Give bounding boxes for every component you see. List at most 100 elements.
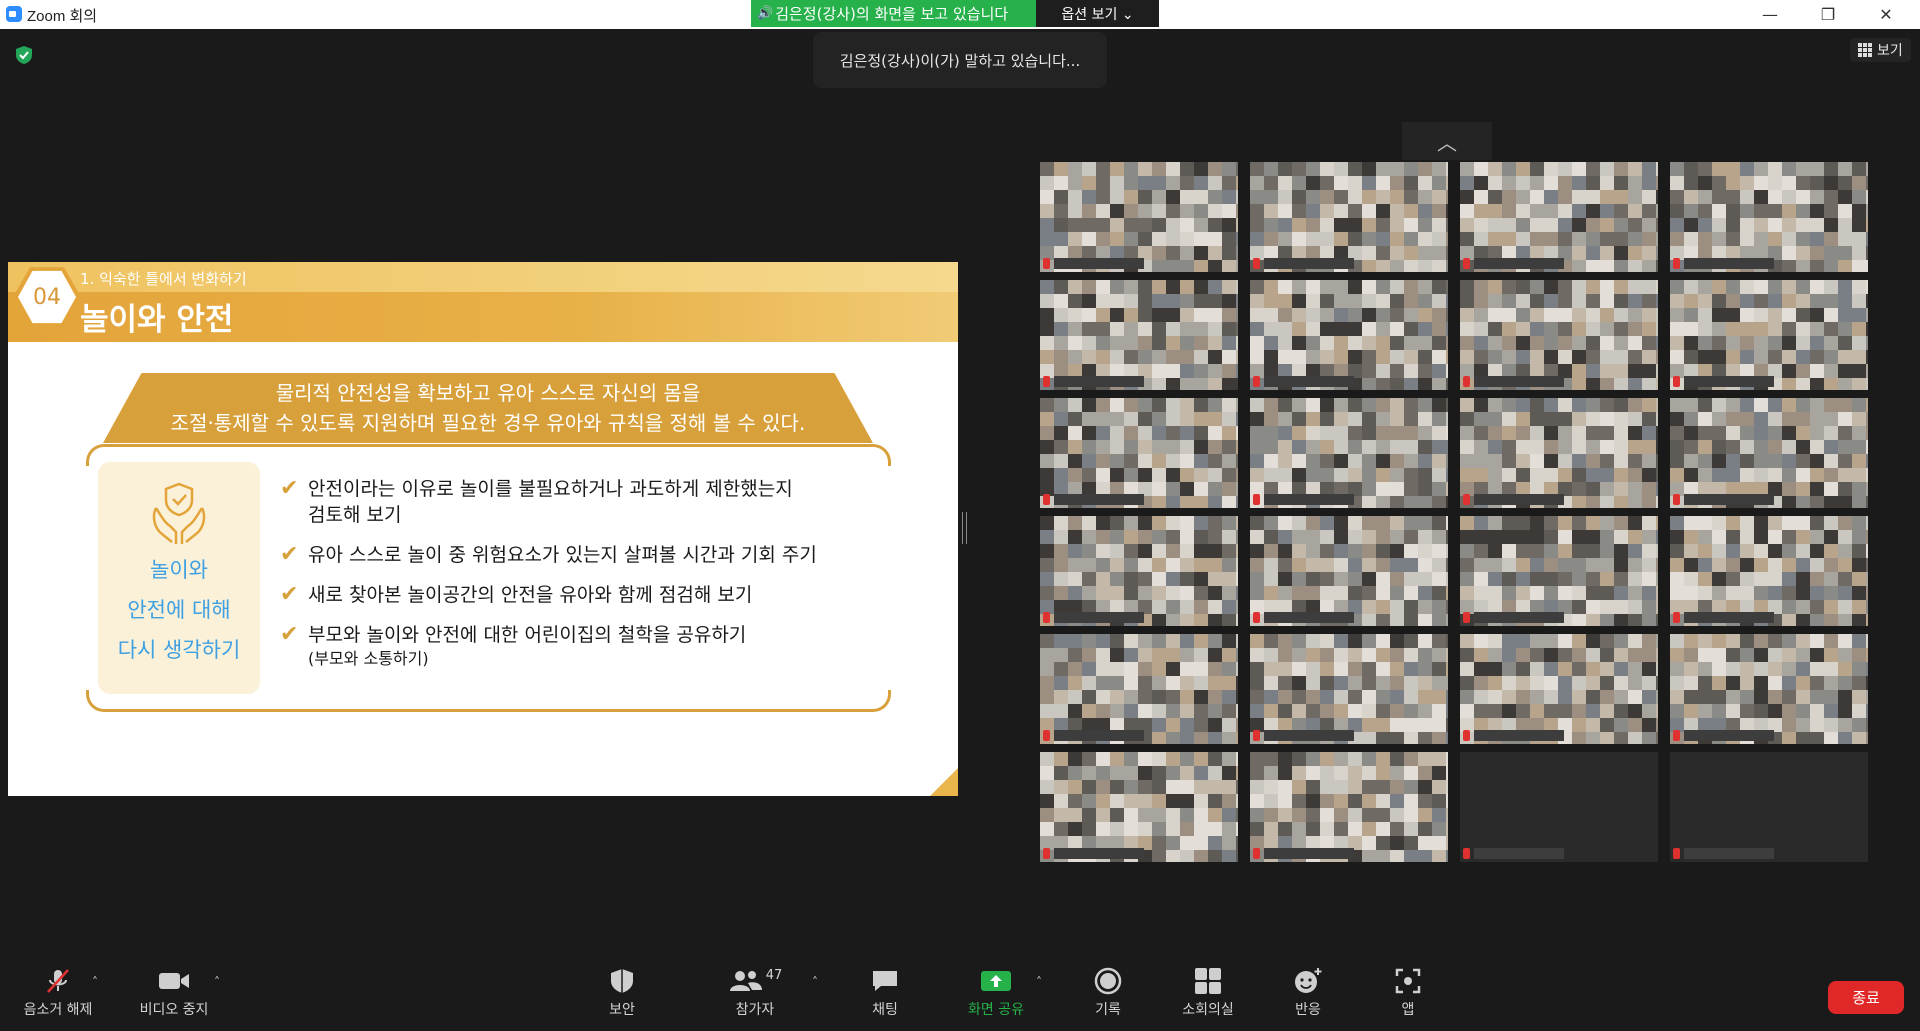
breakout-rooms-button[interactable]: 소회의실 xyxy=(1170,954,1246,1031)
reactions-button[interactable]: 반응 xyxy=(1278,954,1338,1031)
participant-video-tile[interactable] xyxy=(1250,280,1448,390)
pixelated-block xyxy=(1726,704,1740,718)
pixelated-block xyxy=(1530,204,1544,218)
end-meeting-button[interactable]: 종료 xyxy=(1828,981,1904,1014)
participant-video-tile[interactable] xyxy=(1460,398,1658,508)
view-options-button[interactable]: 옵션 보기 ⌄ xyxy=(1036,0,1159,27)
security-button[interactable]: 보안 xyxy=(590,954,654,1031)
pixelated-block xyxy=(1208,280,1222,294)
pixelated-block xyxy=(1768,516,1782,530)
pixelated-block xyxy=(1670,162,1684,176)
close-button[interactable]: ✕ xyxy=(1858,0,1914,29)
pixelated-block xyxy=(1068,426,1082,440)
pixelated-block xyxy=(1124,752,1138,766)
participant-video-tile[interactable] xyxy=(1040,162,1238,272)
participant-video-tile[interactable] xyxy=(1040,398,1238,508)
pixelated-block xyxy=(1068,676,1082,690)
apps-button[interactable]: 앱 xyxy=(1388,954,1428,1031)
pixelated-block xyxy=(1362,766,1376,780)
participant-video-tile[interactable] xyxy=(1460,634,1658,744)
pixelated-block xyxy=(1292,398,1306,412)
share-screen-button[interactable]: 화면 공유 xyxy=(955,954,1037,1031)
participant-video-tile[interactable] xyxy=(1460,162,1658,272)
pixelated-block xyxy=(1684,280,1698,294)
minimize-button[interactable]: — xyxy=(1742,0,1798,29)
participant-video-tile[interactable] xyxy=(1670,398,1868,508)
share-options-caret[interactable]: ˄ xyxy=(1036,975,1042,989)
pixelated-block xyxy=(1306,280,1320,294)
participants-options-caret[interactable]: ˄ xyxy=(812,975,818,989)
pixelated-block xyxy=(1670,586,1684,600)
pixelated-block xyxy=(1166,822,1180,836)
collapse-gallery-button[interactable]: ︿ xyxy=(1402,122,1492,160)
pixelated-block xyxy=(1404,378,1418,390)
pixelated-block xyxy=(1754,280,1768,294)
pixelated-block xyxy=(1502,350,1516,364)
participant-video-tile[interactable] xyxy=(1460,516,1658,626)
participant-video-tile[interactable] xyxy=(1250,634,1448,744)
pixelated-block xyxy=(1082,280,1096,294)
participant-video-tile[interactable] xyxy=(1250,752,1448,862)
split-drag-handle[interactable] xyxy=(962,512,967,544)
participant-video-tile[interactable] xyxy=(1460,752,1658,862)
pixelated-block xyxy=(1838,336,1852,350)
participant-video-tile[interactable] xyxy=(1040,280,1238,390)
pixelated-block xyxy=(1222,676,1236,690)
encryption-shield-icon[interactable] xyxy=(15,45,33,65)
pixelated-block xyxy=(1404,260,1418,272)
pixelated-block xyxy=(1292,516,1306,530)
restore-button[interactable]: ❐ xyxy=(1800,0,1856,29)
pixelated-block xyxy=(1040,162,1054,176)
participant-video-tile[interactable] xyxy=(1250,398,1448,508)
chat-button[interactable]: 채팅 xyxy=(855,954,915,1031)
pixelated-block xyxy=(1866,586,1868,600)
pixelated-block xyxy=(1824,218,1838,232)
pixelated-block xyxy=(1250,350,1264,364)
pixelated-block xyxy=(1726,454,1740,468)
pixelated-block xyxy=(1362,336,1376,350)
pixelated-block xyxy=(1376,482,1390,496)
audio-options-caret[interactable]: ˄ xyxy=(92,975,98,989)
participant-video-tile[interactable] xyxy=(1670,280,1868,390)
pixelated-block xyxy=(1488,336,1502,350)
pixelated-block xyxy=(1754,412,1768,426)
pixelated-block xyxy=(1390,412,1404,426)
pixelated-block xyxy=(1082,322,1096,336)
pixelated-block xyxy=(1418,544,1432,558)
pixelated-block xyxy=(1796,440,1810,454)
pixelated-block xyxy=(1446,516,1448,530)
stop-video-button[interactable]: 비디오 중지 xyxy=(132,954,216,1031)
participant-video-tile[interactable] xyxy=(1670,516,1868,626)
pixelated-block xyxy=(1236,662,1238,676)
pixelated-block xyxy=(1474,308,1488,322)
hands-shield-icon xyxy=(152,482,206,544)
pixelated-block xyxy=(1628,426,1642,440)
pixelated-block xyxy=(1796,482,1810,496)
pixelated-block xyxy=(1698,516,1712,530)
unmute-button[interactable]: 음소거 해제 xyxy=(18,954,98,1031)
participant-video-tile[interactable] xyxy=(1040,516,1238,626)
participants-button[interactable]: 47 참가자 xyxy=(720,954,790,1031)
participant-video-tile[interactable] xyxy=(1460,280,1658,390)
participant-video-tile[interactable] xyxy=(1670,634,1868,744)
muted-indicator-icon xyxy=(1043,258,1050,269)
view-layout-button[interactable]: 보기 xyxy=(1850,38,1911,62)
record-button[interactable]: 기록 xyxy=(1078,954,1138,1031)
participant-video-tile[interactable] xyxy=(1040,752,1238,862)
participant-video-tile[interactable] xyxy=(1250,162,1448,272)
participant-video-tile[interactable] xyxy=(1040,634,1238,744)
pixelated-block xyxy=(1124,454,1138,468)
participant-video-tile[interactable] xyxy=(1670,162,1868,272)
pixelated-block xyxy=(1180,766,1194,780)
pixelated-block xyxy=(1838,440,1852,454)
pixelated-block xyxy=(1194,794,1208,808)
pixelated-block xyxy=(1740,280,1754,294)
pixelated-block xyxy=(1250,662,1264,676)
pixelated-block xyxy=(1628,364,1642,378)
pixelated-block xyxy=(1446,176,1448,190)
participant-video-tile[interactable] xyxy=(1670,752,1868,862)
participant-video-tile[interactable] xyxy=(1250,516,1448,626)
pixelated-block xyxy=(1572,572,1586,586)
video-options-caret[interactable]: ˄ xyxy=(214,975,220,989)
pixelated-block xyxy=(1110,412,1124,426)
